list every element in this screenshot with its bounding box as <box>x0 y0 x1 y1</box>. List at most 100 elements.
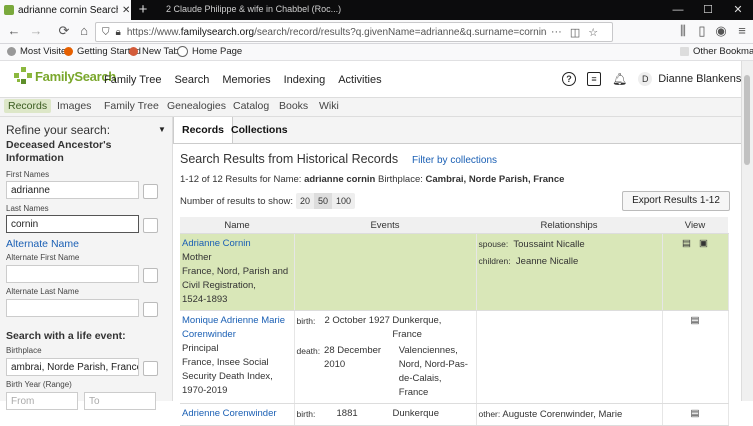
reload-icon[interactable]: ⟳ <box>56 23 72 39</box>
subnav-images[interactable]: Images <box>57 100 91 112</box>
close-tab-icon[interactable]: ✕ <box>122 5 130 16</box>
subnav-catalog[interactable]: Catalog <box>233 100 269 112</box>
other-bookmarks[interactable]: Other Bookmarks <box>680 46 753 57</box>
record-document-icon[interactable]: ▤ <box>691 315 700 326</box>
filter-by-collections-link[interactable]: Filter by collections <box>412 155 497 166</box>
nav-activities[interactable]: Activities <box>338 74 381 86</box>
record-document-icon[interactable]: ▤ <box>691 408 700 419</box>
first-names-exact-checkbox[interactable] <box>143 184 158 199</box>
results-count-selector: 20 50 100 <box>296 193 356 209</box>
bookmark-home-page[interactable]: Home Page <box>177 46 242 57</box>
table-row[interactable]: Adrienne Corenwinder birth: 1881 Dunkerque… <box>180 403 729 426</box>
alt-first-exact-checkbox[interactable] <box>143 268 158 283</box>
menu-icon[interactable]: ≡ <box>734 23 750 39</box>
bookmark-new-tab[interactable]: New Tab <box>129 46 179 57</box>
new-tab-button[interactable]: + <box>136 1 150 19</box>
subnav-family-tree[interactable]: Family Tree <box>104 100 159 112</box>
record-name-link[interactable]: Adrianne Cornin <box>182 237 292 251</box>
bookmark-star-icon[interactable]: ☆ <box>588 26 598 39</box>
first-names-input[interactable]: adrianne <box>6 181 139 199</box>
subnav-genealogies[interactable]: Genealogies <box>167 100 226 112</box>
table-row[interactable]: Adrianne Cornin Mother France, Nord, Par… <box>180 233 729 311</box>
url-bar[interactable]: ⛉ 🔒︎ https://www.familysearch.org/search… <box>95 22 613 42</box>
alt-last-name-input[interactable] <box>6 299 139 317</box>
forward-arrow-icon[interactable]: → <box>28 23 44 39</box>
notifications-bell-icon[interactable]: 🔔︎ <box>612 72 627 86</box>
birthplace-input[interactable]: ambrai, Norde Parish, France <box>6 358 139 376</box>
refine-title: Refine your search: <box>6 123 111 137</box>
camera-image-icon[interactable]: ▣ <box>699 238 708 249</box>
results-tabs: Records Collections <box>173 117 741 144</box>
minimize-icon[interactable]: — <box>663 0 693 20</box>
messages-icon[interactable]: ≡ <box>587 72 601 86</box>
view-cell: ▤ <box>662 403 729 426</box>
show-50-option[interactable]: 50 <box>314 193 333 209</box>
export-results-button[interactable]: Export Results 1-12 <box>622 191 730 211</box>
nav-family-tree[interactable]: Family Tree <box>104 74 161 86</box>
more-dots-icon[interactable]: ··· <box>551 26 562 38</box>
event-birth: birth: 2 October 1927 Dunkerque, France <box>296 315 442 340</box>
record-document-icon[interactable]: ▤ <box>682 238 691 249</box>
tab-collections[interactable]: Collections <box>223 117 296 143</box>
view-cell: ▤ ▣ <box>662 233 729 311</box>
header-icons: ? ≡ 🔔︎ D Dianne Blankens... <box>562 72 751 86</box>
familysearch-logo[interactable]: FamilySearch <box>14 67 116 85</box>
show-20-option[interactable]: 20 <box>296 193 314 209</box>
life-event-heading: Search with a life event: <box>6 330 126 342</box>
user-name[interactable]: Dianne Blankens... <box>658 73 750 85</box>
birth-year-label: Birth Year (Range) <box>6 380 72 389</box>
maximize-icon[interactable]: ☐ <box>693 0 723 20</box>
events-cell: birth: 2 October 1927 Dunkerque, France de… <box>294 310 477 404</box>
table-row[interactable]: Monique Adrienne Marie Corenwinder Princ… <box>180 310 729 404</box>
record-name-link[interactable]: Monique Adrienne Marie Corenwinder <box>182 314 292 342</box>
events-cell: birth: 1881 Dunkerque <box>294 403 477 426</box>
avatar[interactable]: D <box>638 72 653 86</box>
record-collection: Civil Registration, <box>182 280 256 291</box>
birthplace-exact-checkbox[interactable] <box>143 361 158 376</box>
library-icon[interactable]: ⫼ <box>675 23 691 39</box>
alternate-name-link[interactable]: Alternate Name <box>6 238 79 250</box>
home-icon[interactable]: ⌂ <box>76 23 92 39</box>
pocket-icon[interactable]: ◫ <box>570 26 580 39</box>
window-title-text: 2 Claude Philippe & wife in Chabbel (Roc… <box>166 4 342 14</box>
bookmark-most-visited[interactable]: Most Visited <box>7 46 72 57</box>
subnav-books[interactable]: Books <box>279 100 308 112</box>
relationship-children: children: Jeanne Nicalle <box>478 256 579 267</box>
account-icon[interactable]: ◉ <box>713 23 729 39</box>
back-arrow-icon[interactable]: ← <box>6 23 22 39</box>
familysearch-favicon-icon <box>4 5 14 15</box>
subnav-records[interactable]: Records <box>4 99 52 113</box>
record-name-link[interactable]: Adrienne Corenwinder <box>182 407 292 421</box>
tree-logo-icon <box>14 67 32 85</box>
subnav-wiki[interactable]: Wiki <box>319 100 339 112</box>
lock-icon: 🔒︎ <box>115 26 121 38</box>
sidebar-toggle-icon[interactable]: ▯ <box>694 23 710 39</box>
browser-tab[interactable]: adrianne cornin Search Results ✕ <box>0 0 131 20</box>
nav-search[interactable]: Search <box>174 74 209 86</box>
help-icon[interactable]: ? <box>562 72 576 86</box>
firefox-icon <box>64 47 73 56</box>
collapse-caret-icon[interactable]: ▼ <box>158 125 166 134</box>
birthplace-label: Birthplace <box>6 346 42 355</box>
browser-toolbar: ← → ⟳ ⌂ ⛉ 🔒︎ https://www.familysearch.or… <box>0 20 753 44</box>
birth-year-to-input[interactable]: To <box>84 392 156 410</box>
nav-indexing[interactable]: Indexing <box>284 74 326 86</box>
relationship-spouse: spouse: Toussaint Nicalle <box>478 239 585 250</box>
scrollbar-thumb[interactable] <box>744 75 750 165</box>
alt-last-exact-checkbox[interactable] <box>143 302 158 317</box>
table-header-row: Name Events Relationships View <box>180 217 728 234</box>
column-header-name: Name <box>180 217 294 234</box>
globe-icon <box>177 46 188 57</box>
close-window-icon[interactable]: ✕ <box>723 0 753 20</box>
events-cell <box>294 233 477 311</box>
alt-first-name-input[interactable] <box>6 265 139 283</box>
gear-icon <box>7 47 16 56</box>
birth-year-from-input[interactable]: From <box>6 392 78 410</box>
results-summary: 1-12 of 12 Results for Name: adrianne co… <box>180 174 565 185</box>
nav-memories[interactable]: Memories <box>222 74 270 86</box>
last-names-exact-checkbox[interactable] <box>143 218 158 233</box>
name-cell: Adrianne Cornin Mother France, Nord, Par… <box>180 233 295 311</box>
show-100-option[interactable]: 100 <box>332 193 355 209</box>
record-role: Mother <box>182 252 212 263</box>
last-names-input[interactable]: cornin <box>6 215 139 233</box>
